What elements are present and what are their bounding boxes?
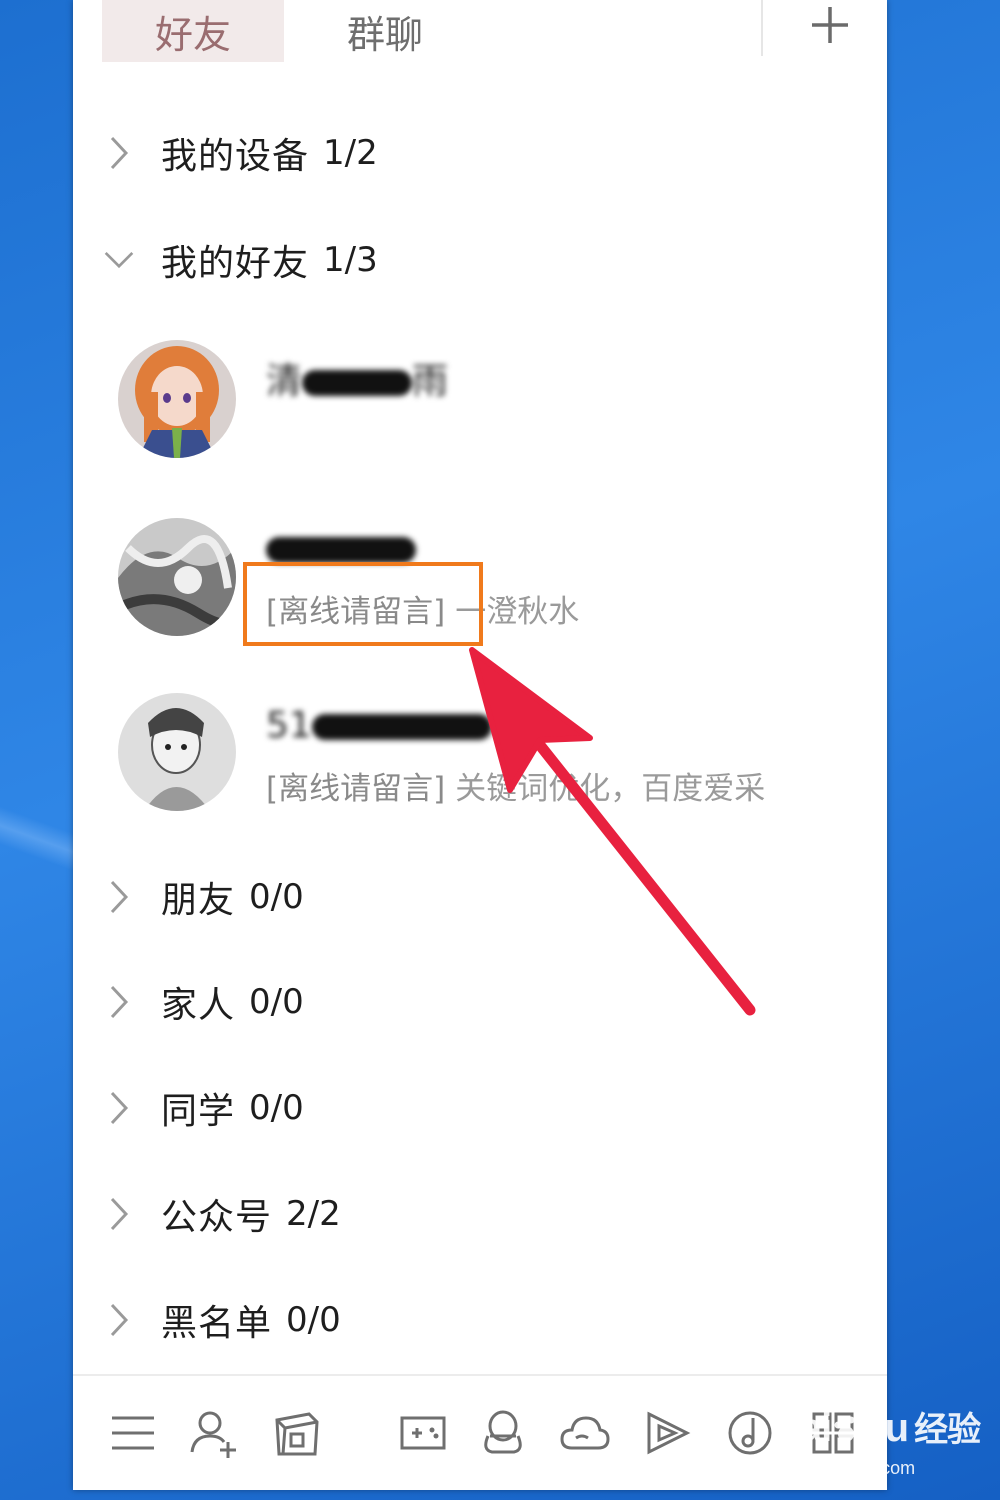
game-icon[interactable] (395, 1405, 451, 1461)
annotation-highlight-box (243, 562, 483, 646)
contact-item[interactable]: 清雨 (118, 340, 858, 470)
chevron-right-icon (103, 982, 135, 1022)
group-count: 0/0 (249, 877, 304, 917)
group-label: 朋友 (161, 880, 236, 921)
group-count: 1/2 (323, 133, 378, 173)
add-friend-icon[interactable] (185, 1405, 241, 1461)
app-box-icon[interactable] (268, 1405, 324, 1461)
tab-friends[interactable]: 好友 (102, 0, 284, 62)
group-count: 0/0 (249, 982, 304, 1022)
contact-name: 51 (266, 705, 492, 746)
group-family[interactable]: 家人 0/0 (103, 967, 304, 1037)
desktop-background-highlight (0, 760, 80, 920)
group-friends[interactable]: 朋友 0/0 (103, 862, 304, 932)
chevron-right-icon (103, 1300, 135, 1340)
chevron-right-icon (103, 877, 135, 917)
chevron-down-icon (103, 240, 135, 280)
group-blacklist[interactable]: 黑名单 0/0 (103, 1285, 341, 1355)
group-label: 黑名单 (161, 1303, 273, 1344)
group-my-friends[interactable]: 我的好友 1/3 (103, 225, 378, 295)
avatar (118, 340, 236, 458)
cloud-icon[interactable] (557, 1405, 613, 1461)
qq-penguin-icon[interactable] (475, 1405, 531, 1461)
chevron-right-icon (103, 1088, 135, 1128)
group-my-devices[interactable]: 我的设备 1/2 (103, 118, 378, 188)
video-play-icon[interactable] (640, 1405, 696, 1461)
plus-icon (812, 7, 848, 43)
contact-item[interactable]: 51 [离线请留言] 关键词优化，百度爱采 (118, 693, 858, 823)
avatar (118, 518, 236, 636)
group-label: 家人 (161, 985, 236, 1026)
contact-name: 清雨 (266, 361, 449, 402)
group-label: 我的好友 (161, 243, 310, 284)
menu-icon[interactable] (105, 1405, 161, 1461)
add-button[interactable] (801, 0, 859, 50)
watermark-brand: Bai du 经验 (772, 1406, 981, 1450)
group-official-accounts[interactable]: 公众号 2/2 (103, 1179, 341, 1249)
group-count: 0/0 (286, 1300, 341, 1340)
group-label: 同学 (161, 1091, 236, 1132)
group-count: 0/0 (249, 1088, 304, 1128)
group-label: 公众号 (161, 1197, 273, 1238)
contact-signature: 关键词优化，百度爱采 (455, 771, 766, 807)
group-count: 2/2 (286, 1194, 341, 1234)
contact-item[interactable]: [离线请留言] 一澄秋水 (118, 518, 858, 648)
group-count: 1/3 (323, 240, 378, 280)
header-divider (761, 0, 763, 56)
avatar (118, 693, 236, 811)
tab-groups[interactable]: 群聊 (310, 0, 460, 62)
baidu-jingyan-watermark: Bai du 经验 jingyan.baidu.com (760, 1380, 1000, 1490)
chevron-right-icon (103, 1194, 135, 1234)
chevron-right-icon (103, 133, 135, 173)
contact-status-line: [离线请留言] 关键词优化，百度爱采 (266, 763, 856, 808)
contact-list-panel: 好友 群聊 我的设备 1/2 我的好友 1/3 清 雨 [离线请留言] 一澄秋水… (73, 0, 887, 1490)
toolbar-divider (73, 1374, 887, 1376)
text-fade (796, 763, 856, 807)
group-classmates[interactable]: 同学 0/0 (103, 1073, 304, 1143)
watermark-url: jingyan.baidu.com (770, 1458, 916, 1478)
group-label: 我的设备 (161, 136, 310, 177)
offline-status: [离线请留言] (266, 771, 446, 807)
